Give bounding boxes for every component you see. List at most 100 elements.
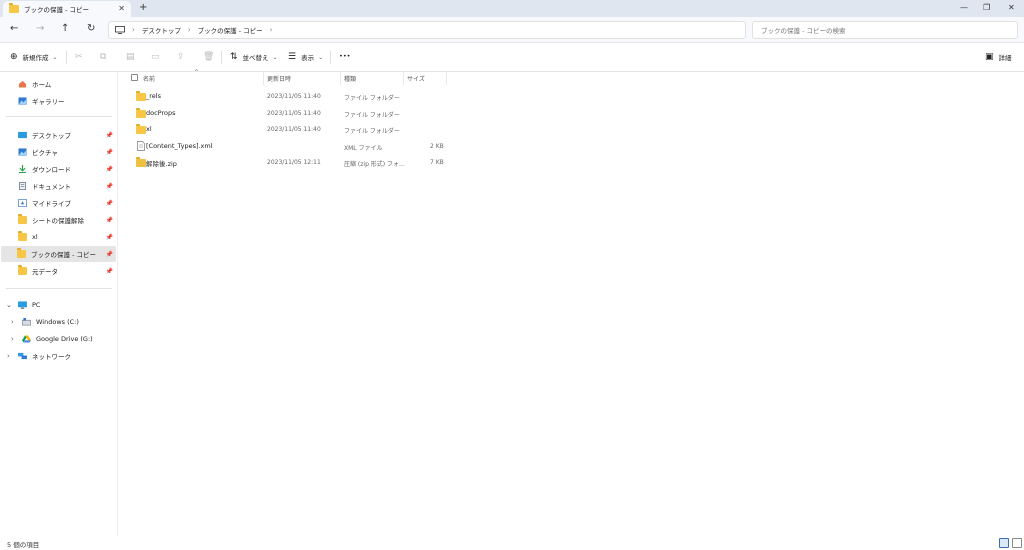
sidebar-item-label: Google Drive (G:) — [36, 335, 93, 343]
pin-icon[interactable]: 📌 — [106, 234, 113, 241]
sidebar-item-label: xl — [32, 233, 38, 241]
tab-current[interactable]: ブックの保護 - コピー ✕ — [3, 1, 131, 17]
pin-icon[interactable]: 📌 — [106, 183, 113, 190]
sidebar-item-desktop[interactable]: デスクトップ 📌 — [1, 127, 116, 143]
file-date: 2023/11/05 11:40 — [267, 110, 321, 117]
file-row[interactable]: [Content_Types].xml XML ファイル 2 KB — [128, 138, 448, 154]
pc-icon — [18, 301, 27, 309]
chevron-right-icon[interactable]: › — [270, 26, 273, 34]
command-bar: ⊕ 新規作成 ⌄ ✂ ⧉ ▤ ▭ ⇪ 🗑 ⇅ 並べ替え ⌄ ☰ 表示 ⌄ •••… — [0, 43, 1024, 72]
sidebar-item-xl[interactable]: xl 📌 — [1, 229, 116, 245]
sidebar-item-documents[interactable]: ドキュメント 📌 — [1, 178, 116, 194]
forward-icon[interactable]: → — [36, 23, 44, 34]
sidebar-item-book-protect-copy[interactable]: ブックの保護 - コピー 📌 — [1, 246, 116, 262]
chevron-right-icon[interactable]: › — [11, 335, 14, 343]
column-divider[interactable] — [340, 72, 341, 85]
address-bar[interactable]: › デスクトップ › ブックの保護 - コピー › — [108, 21, 746, 39]
folder-icon — [136, 91, 146, 101]
view-button[interactable]: ☰ 表示 ⌄ — [288, 52, 323, 62]
column-divider[interactable] — [263, 72, 264, 85]
chevron-right-icon: › — [132, 26, 135, 34]
share-button[interactable]: ⇪ — [177, 52, 190, 62]
sidebar-item-label: ネットワーク — [32, 353, 71, 361]
sidebar-item-downloads[interactable]: ダウンロード 📌 — [1, 161, 116, 177]
sidebar-item-gallery[interactable]: ギャラリー — [1, 93, 116, 109]
pin-icon[interactable]: 📌 — [106, 251, 113, 258]
column-size[interactable]: サイズ — [407, 74, 425, 86]
column-type[interactable]: 種類 — [344, 74, 356, 86]
breadcrumb-current[interactable]: ブックの保護 - コピー — [198, 25, 263, 35]
file-row[interactable]: docProps 2023/11/05 11:40 ファイル フォルダー — [128, 105, 448, 121]
pin-icon[interactable]: 📌 — [106, 149, 113, 156]
cut-button[interactable]: ✂ — [75, 52, 88, 62]
network-icon — [18, 352, 27, 360]
column-divider[interactable] — [446, 72, 447, 85]
sidebar-item-label: ダウンロード — [32, 166, 71, 174]
documents-icon — [19, 182, 26, 190]
delete-button[interactable]: 🗑 — [203, 52, 219, 62]
sidebar-item-unprotect-sheet[interactable]: シートの保護解除 📌 — [1, 212, 116, 228]
sidebar-item-pc[interactable]: ⌄ PC — [1, 297, 116, 313]
chevron-right-icon[interactable]: › — [188, 26, 191, 34]
folder-icon — [17, 248, 26, 258]
pin-icon[interactable]: 📌 — [106, 132, 113, 139]
status-item-count: 5 個の項目 — [7, 541, 40, 549]
sidebar-item-source-data[interactable]: 元データ 📌 — [1, 263, 116, 279]
refresh-icon[interactable]: ↻ — [87, 23, 95, 34]
sidebar-item-windows-c[interactable]: › Windows (C:) — [1, 314, 116, 330]
chevron-right-icon[interactable]: › — [11, 318, 14, 326]
sidebar-item-home[interactable]: ホーム — [1, 76, 116, 92]
maximize-button[interactable]: ❐ — [983, 3, 990, 12]
select-all-checkbox[interactable] — [131, 74, 138, 81]
sidebar-item-google-drive[interactable]: › Google Drive (G:) — [1, 331, 116, 347]
address-row: ← → ↑ ↻ › デスクトップ › ブックの保護 - コピー › ブックの保護… — [0, 17, 1024, 43]
column-date-modified[interactable]: 更新日時 — [267, 74, 291, 86]
details-view-icon[interactable] — [999, 538, 1009, 548]
back-icon[interactable]: ← — [10, 23, 18, 34]
search-input[interactable]: ブックの保護 - コピーの検索 — [752, 21, 1018, 39]
breadcrumb-desktop[interactable]: デスクトップ — [142, 25, 181, 35]
file-type: ファイル フォルダー — [344, 128, 400, 135]
google-drive-icon — [22, 335, 31, 343]
file-row[interactable]: 解除後.zip 2023/11/05 12:11 圧縮 (zip 形式) フォ.… — [128, 154, 448, 170]
pin-icon[interactable]: 📌 — [106, 268, 113, 275]
rename-button[interactable]: ▭ — [151, 52, 165, 62]
file-row[interactable]: _rels 2023/11/05 11:40 ファイル フォルダー — [128, 88, 448, 104]
sidebar-item-label: PC — [32, 301, 41, 309]
navigation-pane: ホーム ギャラリー デスクトップ 📌 ピクチャ 📌 ダウンロード 📌 ドキュメン… — [0, 72, 118, 536]
sidebar-item-label: ホーム — [32, 81, 52, 89]
details-pane-icon: ▣ — [985, 52, 994, 62]
xml-file-icon — [137, 141, 145, 151]
pin-icon[interactable]: 📌 — [106, 166, 113, 173]
details-button[interactable]: ▣ 詳細 — [985, 52, 1012, 62]
copy-button[interactable]: ⧉ — [100, 52, 111, 62]
sort-button[interactable]: ⇅ 並べ替え ⌄ — [230, 52, 278, 62]
pin-icon[interactable]: 📌 — [106, 217, 113, 224]
rename-icon: ▭ — [151, 52, 160, 62]
sidebar-item-pictures[interactable]: ピクチャ 📌 — [1, 144, 116, 160]
file-type: ファイル フォルダー — [344, 95, 400, 102]
up-icon[interactable]: ↑ — [61, 23, 69, 34]
file-type: ファイル フォルダー — [344, 112, 400, 119]
chevron-right-icon[interactable]: › — [7, 352, 10, 360]
folder-icon — [136, 108, 146, 118]
minimize-button[interactable]: — — [960, 3, 968, 12]
search-placeholder: ブックの保護 - コピーの検索 — [761, 27, 846, 35]
folder-icon — [18, 231, 27, 241]
paste-button[interactable]: ▤ — [126, 52, 140, 62]
pin-icon[interactable]: 📌 — [106, 200, 113, 207]
sidebar-item-my-drive[interactable]: マイドライブ 📌 — [1, 195, 116, 211]
tab-close-icon[interactable]: ✕ — [118, 4, 125, 13]
sidebar-item-network[interactable]: › ネットワーク — [1, 348, 116, 364]
new-tab-button[interactable]: + — [139, 2, 147, 13]
close-window-button[interactable]: ✕ — [1008, 3, 1015, 12]
tiles-view-icon[interactable] — [1012, 538, 1022, 548]
divider — [330, 51, 331, 64]
column-divider[interactable] — [403, 72, 404, 85]
folder-icon — [18, 214, 27, 224]
new-button[interactable]: ⊕ 新規作成 ⌄ — [10, 52, 58, 62]
column-name[interactable]: 名前 — [143, 74, 155, 86]
more-button[interactable]: ••• — [339, 52, 351, 60]
chevron-down-icon[interactable]: ⌄ — [6, 301, 12, 309]
file-row[interactable]: xl 2023/11/05 11:40 ファイル フォルダー — [128, 121, 448, 137]
